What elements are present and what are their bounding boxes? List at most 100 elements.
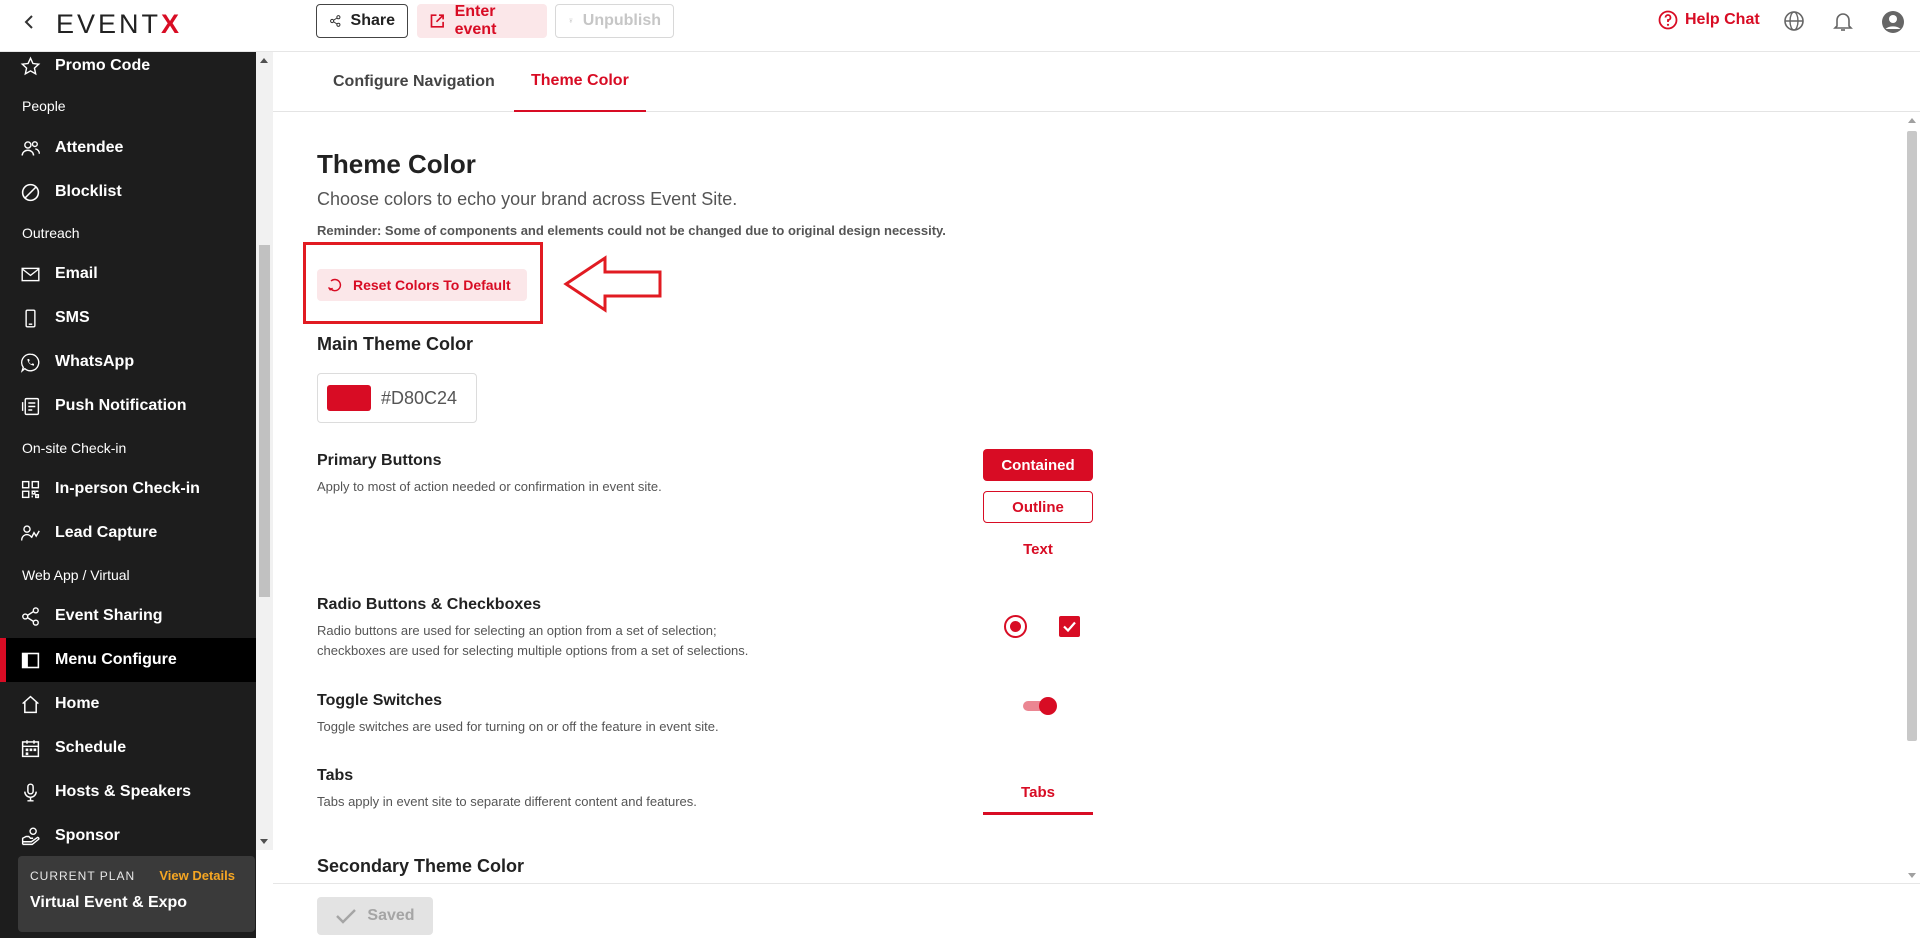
unpublish-button[interactable]: Unpublish	[555, 4, 674, 38]
tabs-title: Tabs	[317, 767, 354, 784]
main-color-picker[interactable]: #D80C24	[317, 373, 477, 423]
sidebar-item-lead-capture[interactable]: Lead Capture	[0, 511, 256, 555]
sidebar-item-in-person-checkin[interactable]: In-person Check-in	[0, 467, 256, 511]
sidebar-item-push-notification[interactable]: Push Notification	[0, 384, 256, 428]
tabs-desc: Tabs apply in event site to separate dif…	[317, 794, 697, 809]
sidebar-item-label: Email	[55, 265, 98, 282]
primary-buttons-title: Primary Buttons	[317, 452, 442, 469]
reset-colors-button[interactable]: Reset Colors To Default	[317, 269, 527, 301]
reset-colors-label: Reset Colors To Default	[353, 277, 511, 293]
primary-buttons-desc: Apply to most of action needed or confir…	[317, 479, 662, 494]
sidebar-item-blocklist[interactable]: Blocklist	[0, 170, 256, 214]
star-icon	[20, 56, 41, 75]
scroll-down-arrow-icon[interactable]	[1908, 873, 1916, 878]
sidebar-item-label: Event Sharing	[55, 607, 163, 624]
section-web-app: Web App / Virtual	[22, 567, 130, 583]
view-details-link[interactable]: View Details	[159, 868, 235, 883]
sidebar-item-label: Home	[55, 695, 100, 712]
share-label: Share	[350, 12, 395, 29]
sidebar-item-label: Push Notification	[55, 397, 187, 414]
theme-color-panel: Theme Color Choose colors to echo your b…	[273, 113, 1903, 883]
tab-configure-navigation[interactable]: Configure Navigation	[333, 52, 495, 112]
sidebar-item-label: Schedule	[55, 739, 127, 756]
sidebar-item-label: In-person Check-in	[55, 480, 200, 497]
saved-button[interactable]: Saved	[317, 897, 433, 935]
globe-icon[interactable]	[1783, 10, 1805, 32]
content-scrollbar[interactable]	[1903, 113, 1920, 883]
radio-checkboxes-desc-2: checkboxes are used for selecting multip…	[317, 643, 749, 658]
footer-bar: Saved	[273, 883, 1920, 938]
sidebar: Promo Code People Attendee Blocklist Out…	[0, 52, 256, 938]
external-link-icon	[430, 14, 444, 28]
sidebar-item-whatsapp[interactable]: WhatsApp	[0, 340, 256, 384]
check-icon	[336, 909, 357, 924]
back-chevron-icon[interactable]	[20, 12, 40, 32]
scrollbar-thumb[interactable]	[259, 245, 270, 597]
scroll-down-arrow-icon[interactable]	[260, 839, 268, 844]
people-icon	[21, 140, 40, 156]
outline-button-preview[interactable]: Outline	[983, 491, 1093, 523]
whatsapp-icon	[20, 352, 40, 373]
phone-icon	[25, 308, 36, 328]
color-swatch	[327, 385, 371, 411]
tab-theme-color[interactable]: Theme Color	[514, 52, 646, 112]
enter-event-button[interactable]: Enter event	[417, 3, 547, 38]
sidebar-item-label: Hosts & Speakers	[55, 783, 192, 800]
share-icon	[22, 606, 39, 626]
share-icon	[330, 15, 341, 27]
section-onsite-checkin: On-site Check-in	[22, 440, 127, 456]
user-avatar-icon[interactable]	[1881, 10, 1905, 34]
home-icon	[22, 695, 39, 713]
sidebar-item-label: SMS	[55, 309, 90, 326]
unpublish-label: Unpublish	[582, 12, 661, 29]
scroll-up-arrow-icon[interactable]	[1908, 118, 1916, 123]
radio-checkboxes-desc-1: Radio buttons are used for selecting an …	[317, 623, 717, 638]
sidebar-menu: Promo Code People Attendee Blocklist Out…	[0, 52, 256, 848]
radio-button-preview[interactable]	[1004, 615, 1027, 638]
enter-event-label: Enter event	[454, 3, 497, 38]
sidebar-item-home[interactable]: Home	[0, 682, 256, 726]
scroll-up-arrow-icon[interactable]	[260, 58, 268, 63]
menu-icon	[21, 652, 40, 668]
sidebar-item-schedule[interactable]: Schedule	[0, 726, 256, 770]
sidebar-item-email[interactable]: Email	[0, 252, 256, 296]
sidebar-item-label: Lead Capture	[55, 524, 158, 541]
section-outreach: Outreach	[22, 225, 80, 241]
sidebar-item-sms[interactable]: SMS	[0, 296, 256, 340]
sidebar-item-attendee[interactable]: Attendee	[0, 126, 256, 170]
page-title: Theme Color	[317, 149, 476, 179]
lead-icon	[21, 524, 40, 541]
contained-button-preview[interactable]: Contained	[983, 449, 1093, 481]
sidebar-item-hosts-speakers[interactable]: Hosts & Speakers	[0, 770, 256, 814]
bell-icon[interactable]	[1832, 10, 1854, 32]
tab-preview[interactable]: Tabs	[983, 773, 1093, 815]
help-chat-button[interactable]: Help Chat	[1658, 10, 1760, 30]
sidebar-item-label: Attendee	[55, 139, 124, 156]
logo-accent: X	[161, 9, 183, 39]
text-button-preview[interactable]: Text	[983, 533, 1093, 565]
page-subtitle: Choose colors to echo your brand across …	[317, 189, 738, 209]
toggle-switches-desc: Toggle switches are used for turning on …	[317, 719, 719, 734]
scrollbar-thumb[interactable]	[1907, 131, 1917, 741]
plan-name: Virtual Event & Expo	[30, 894, 188, 911]
sidebar-item-menu-configure[interactable]: Menu Configure	[0, 638, 256, 682]
plan-label: CURRENT PLAN	[30, 869, 136, 883]
sidebar-item-promo-code[interactable]: Promo Code	[0, 52, 256, 88]
calendar-icon	[21, 739, 40, 757]
main-theme-color-heading: Main Theme Color	[317, 334, 474, 354]
annotation-arrow-icon	[563, 255, 662, 313]
notification-icon	[21, 397, 40, 415]
upload-icon	[569, 18, 573, 24]
sidebar-item-sponsor[interactable]: Sponsor	[0, 814, 256, 848]
sidebar-item-label: Promo Code	[55, 57, 151, 74]
help-chat-label: Help Chat	[1685, 11, 1760, 28]
sidebar-item-event-sharing[interactable]: Event Sharing	[0, 594, 256, 638]
eventx-logo[interactable]: EVENTX	[56, 9, 182, 40]
reset-icon	[328, 278, 342, 292]
share-button[interactable]: Share	[316, 4, 408, 38]
checkbox-preview[interactable]	[1059, 616, 1080, 637]
sidebar-scrollbar[interactable]	[256, 52, 273, 850]
saved-label: Saved	[367, 907, 415, 924]
logo-text: EVENT	[56, 9, 162, 39]
toggle-switch-preview[interactable]	[1023, 697, 1057, 715]
